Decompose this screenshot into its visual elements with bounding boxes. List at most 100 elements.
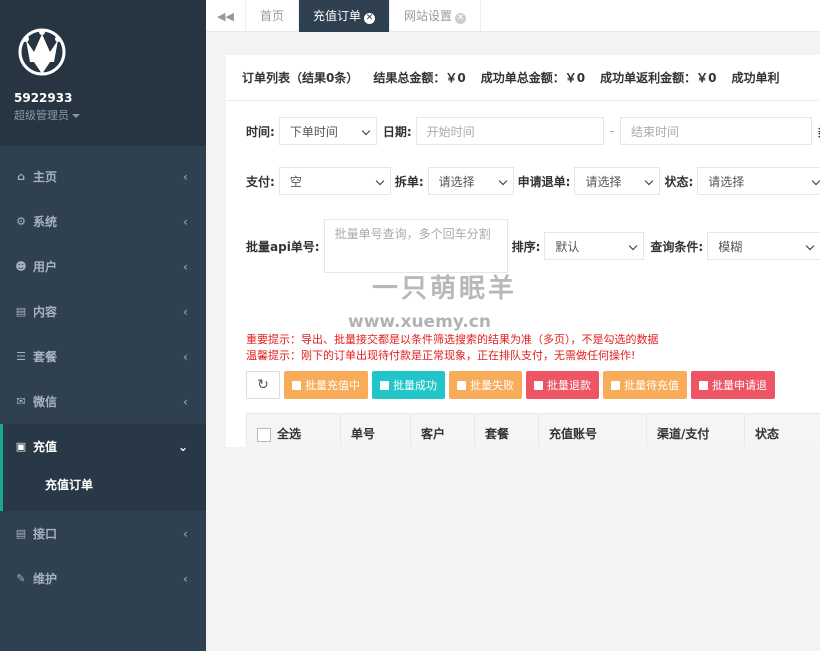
batch-api-label: 批量api单号:	[246, 239, 320, 254]
double-chevron-left-icon: ◀◀	[217, 9, 234, 23]
chevron-left-icon: ‹	[183, 349, 188, 364]
select-all-checkbox[interactable]	[257, 427, 271, 442]
success-rebate-amount: 成功单返利金额：￥0	[600, 71, 717, 85]
sidebar-item-content[interactable]: ▤ 内容 ‹	[0, 289, 206, 334]
input-placeholder: 开始时间	[426, 124, 475, 139]
sidebar-item-label: 系统	[33, 215, 58, 229]
user-role-dropdown[interactable]: 超级管理员	[14, 107, 206, 123]
select-value: 请选择	[708, 174, 745, 189]
batch-fail-button[interactable]: 批量失败	[449, 371, 522, 399]
sidebar-item-packages[interactable]: ☰ 套餐 ‹	[0, 334, 206, 379]
select-value: 空	[289, 174, 302, 189]
sidebar-item-label: 套餐	[33, 350, 58, 364]
batch-recharging-button[interactable]: 批量充值中	[284, 371, 368, 399]
batch-pending-button[interactable]: 批量待充值	[603, 371, 687, 399]
query-condition-label: 查询条件:	[650, 239, 704, 254]
time-type-select[interactable]: 下单时间	[278, 117, 377, 145]
chevron-down-icon	[375, 176, 385, 186]
query-condition-select[interactable]: 模糊	[707, 232, 820, 260]
tabs-scroll-left-button[interactable]: ◀◀	[206, 0, 246, 32]
users-icon: ☻	[15, 260, 27, 273]
select-all-header[interactable]: 全选	[247, 414, 341, 447]
column-header: 状态	[755, 427, 780, 441]
sidebar-item-label: 内容	[33, 305, 58, 319]
sidebar-item-system[interactable]: ⚙ 系统 ‹	[0, 199, 206, 244]
chevron-left-icon: ‹	[183, 394, 188, 409]
tab-label: 首页	[260, 9, 285, 23]
sidebar-menu: ⌂ 主页 ‹ ⚙ 系统 ‹ ☻ 用户 ‹ ▤ 内容 ‹ ☰ 套餐 ‹ ✉ 微信 …	[0, 154, 206, 601]
column-status: 状态	[745, 414, 820, 447]
sidebar-item-api[interactable]: ▤ 接口 ‹	[0, 511, 206, 556]
profile-panel: 5922933 超级管理员	[0, 0, 206, 146]
payment-label: 支付:	[246, 174, 275, 189]
button-label: 批量申请退	[712, 379, 767, 392]
button-label: 批量失败	[470, 379, 514, 392]
batch-order-textarea[interactable]: 批量单号查询，多个回车分割	[323, 219, 508, 273]
batch-refund-button[interactable]: 批量退款	[526, 371, 599, 399]
split-order-select[interactable]: 请选择	[427, 167, 514, 195]
refund-request-select[interactable]: 请选择	[574, 167, 661, 195]
chevron-down-icon	[645, 176, 654, 186]
column-header: 套餐	[485, 427, 510, 441]
tab-recharge-orders[interactable]: 充值订单 ✕	[299, 0, 391, 32]
watermark-url: www.xuemy.cn	[348, 312, 491, 332]
end-date-input[interactable]: 结束时间	[619, 117, 812, 145]
column-recharge-account: 充值账号	[539, 414, 647, 447]
chevron-left-icon: ‹	[183, 169, 188, 184]
batch-success-button[interactable]: 批量成功	[372, 371, 445, 399]
split-order-label: 拆单:	[394, 174, 424, 189]
sidebar-item-home[interactable]: ⌂ 主页 ‹	[0, 154, 206, 199]
column-package: 套餐	[475, 414, 539, 447]
home-icon: ⌂	[17, 170, 25, 183]
sort-label: 排序:	[511, 239, 541, 254]
column-order-no: 单号	[341, 414, 411, 447]
file-icon: ▤	[15, 527, 27, 540]
sort-select[interactable]: 默认	[544, 232, 645, 260]
sidebar-item-label: 主页	[33, 170, 58, 184]
sidebar-item-label: 维护	[33, 572, 58, 586]
sidebar-item-users[interactable]: ☻ 用户 ‹	[0, 244, 206, 289]
sidebar-subitem-recharge-orders[interactable]: 充值订单	[45, 473, 206, 497]
textarea-placeholder: 批量单号查询，多个回车分割	[334, 227, 491, 241]
important-notice: 重要提示：导出、批量接交都是以条件筛选搜索的结果为准（多页），不是勾选的数据	[246, 333, 659, 346]
column-header: 客户	[421, 427, 446, 441]
tab-site-settings[interactable]: 网站设置 ✕	[390, 0, 482, 32]
tab-bar: ◀◀ 首页 充值订单 ✕ 网站设置 ✕	[206, 0, 820, 32]
sidebar-submenu-recharge: 充值订单	[0, 469, 206, 511]
checkbox-icon	[457, 380, 466, 390]
jester-logo-icon[interactable]	[14, 22, 70, 80]
file-icon: ▤	[15, 305, 27, 318]
refresh-button[interactable]: ↻	[246, 371, 280, 399]
chevron-left-icon: ‹	[183, 259, 188, 274]
sidebar-item-recharge[interactable]: ▣ 充值 ⌄	[0, 424, 206, 469]
chevron-down-icon	[805, 241, 815, 251]
result-total-amount: 结果总金额：￥0	[373, 71, 466, 85]
checkbox-icon	[380, 380, 389, 390]
column-header: 全选	[277, 427, 302, 441]
order-summary: 订单列表（结果0条） 结果总金额：￥0 成功单总金额：￥0 成功单返利金额：￥0 成功单…	[226, 55, 820, 101]
sidebar-item-label: 接口	[33, 527, 58, 541]
sidebar-item-wechat[interactable]: ✉ 微信 ‹	[0, 379, 206, 424]
batch-refund-request-button[interactable]: 批量申请退	[691, 371, 775, 399]
tab-label: 充值订单	[313, 9, 362, 23]
sidebar-item-maintenance[interactable]: ✎ 维护 ‹	[0, 556, 206, 601]
status-select[interactable]: 请选择	[697, 167, 820, 195]
tab-home[interactable]: 首页	[246, 0, 300, 32]
close-icon[interactable]: ✕	[455, 13, 467, 24]
start-date-input[interactable]: 开始时间	[415, 117, 604, 145]
sidebar-item-label: 用户	[33, 260, 58, 274]
payment-select[interactable]: 空	[278, 167, 391, 195]
select-value: 请选择	[585, 174, 622, 189]
column-header: 渠道/支付	[657, 427, 710, 441]
sidebar-item-label: 充值	[33, 440, 58, 454]
order-list-title: 订单列表（结果0条）	[242, 71, 359, 85]
filter-row-payment: 支付: 空 拆单: 请选择 申请退单: 请选择 状态: 请选择	[246, 167, 820, 195]
wrench-icon: ✎	[16, 572, 26, 585]
date-label: 日期:	[382, 124, 412, 139]
column-header: 单号	[351, 427, 376, 441]
sidebar: 5922933 超级管理员 ⌂ 主页 ‹ ⚙ 系统 ‹ ☻ 用户 ‹ ▤ 内容 …	[0, 0, 206, 651]
order-list-panel: 订单列表（结果0条） 结果总金额：￥0 成功单总金额：￥0 成功单返利金额：￥0 成功单…	[226, 55, 820, 447]
close-icon[interactable]: ✕	[364, 13, 376, 24]
chevron-left-icon: ‹	[183, 304, 188, 319]
checkbox-icon	[699, 380, 708, 390]
